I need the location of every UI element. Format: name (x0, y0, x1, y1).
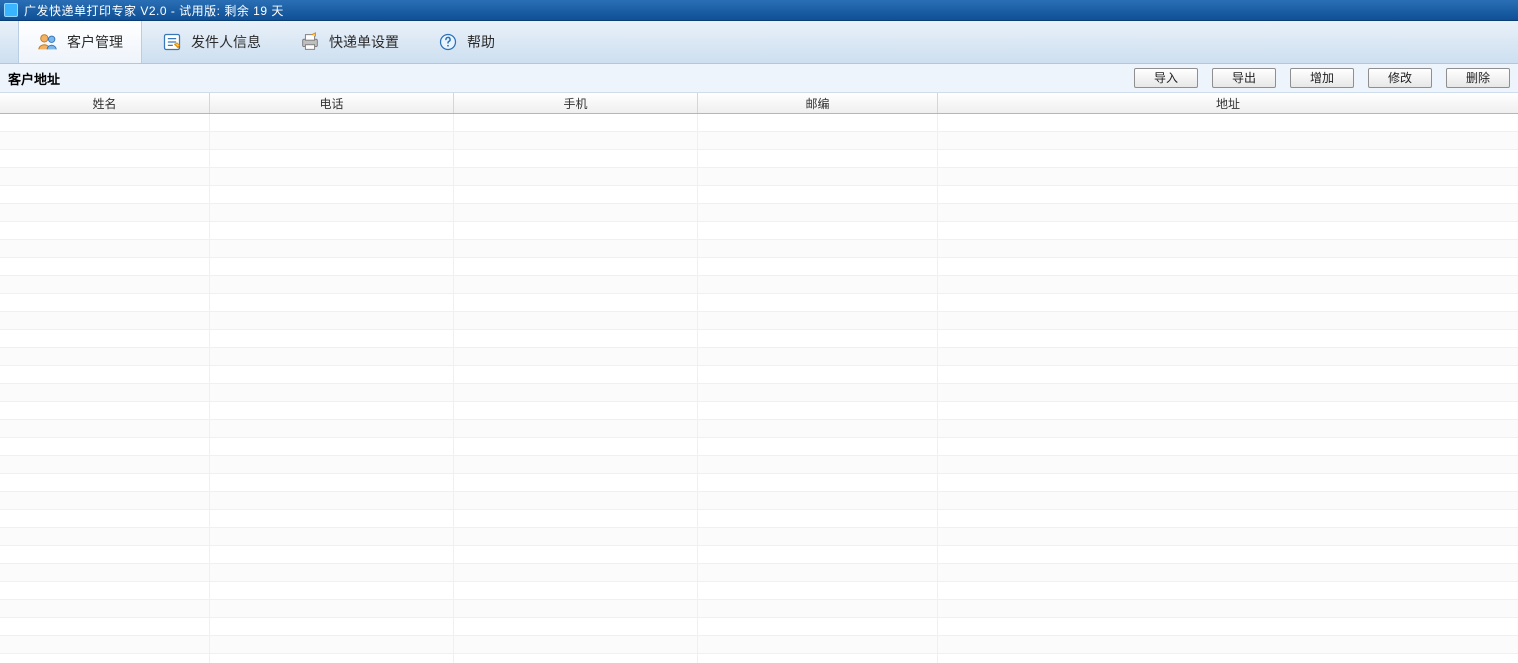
table-row[interactable] (0, 132, 1518, 150)
column-header-name[interactable]: 姓名 (0, 93, 210, 113)
help-icon (437, 31, 459, 53)
table-row[interactable] (0, 150, 1518, 168)
column-header-tel[interactable]: 电话 (210, 93, 454, 113)
table-row[interactable] (0, 330, 1518, 348)
printer-icon (299, 31, 321, 53)
table-row[interactable] (0, 114, 1518, 132)
table-row[interactable] (0, 654, 1518, 663)
table-row[interactable] (0, 636, 1518, 654)
table-row[interactable] (0, 348, 1518, 366)
tab-waybill-settings[interactable]: 快递单设置 (280, 21, 418, 63)
section-toolbar: 客户地址 导入 导出 增加 修改 删除 (0, 64, 1518, 93)
table-row[interactable] (0, 420, 1518, 438)
table-row[interactable] (0, 600, 1518, 618)
add-button[interactable]: 增加 (1290, 68, 1354, 88)
users-icon (37, 31, 59, 53)
tab-label: 客户管理 (67, 32, 123, 52)
column-header-mobile[interactable]: 手机 (454, 93, 698, 113)
table-row[interactable] (0, 546, 1518, 564)
column-header-zip[interactable]: 邮编 (698, 93, 938, 113)
table-row[interactable] (0, 384, 1518, 402)
import-button[interactable]: 导入 (1134, 68, 1198, 88)
section-title: 客户地址 (8, 69, 60, 88)
table-row[interactable] (0, 222, 1518, 240)
column-header-address[interactable]: 地址 (938, 93, 1518, 113)
tab-label: 快递单设置 (329, 32, 399, 52)
table-row[interactable] (0, 240, 1518, 258)
table-row[interactable] (0, 204, 1518, 222)
table-row[interactable] (0, 582, 1518, 600)
table-body[interactable] (0, 114, 1518, 663)
table-row[interactable] (0, 276, 1518, 294)
table-row[interactable] (0, 474, 1518, 492)
delete-button[interactable]: 删除 (1446, 68, 1510, 88)
table-row[interactable] (0, 294, 1518, 312)
table-row[interactable] (0, 510, 1518, 528)
tab-sender-info[interactable]: 发件人信息 (142, 21, 280, 63)
table-row[interactable] (0, 492, 1518, 510)
table-row[interactable] (0, 168, 1518, 186)
tab-customer-management[interactable]: 客户管理 (18, 21, 142, 63)
table-row[interactable] (0, 186, 1518, 204)
form-icon (161, 31, 183, 53)
tab-label: 发件人信息 (191, 32, 261, 52)
window-titlebar: 广发快递单打印专家 V2.0 - 试用版: 剩余 19 天 (0, 0, 1518, 21)
table-row[interactable] (0, 618, 1518, 636)
app-icon (4, 3, 18, 17)
table-row[interactable] (0, 564, 1518, 582)
table-header: 姓名 电话 手机 邮编 地址 (0, 93, 1518, 114)
export-button[interactable]: 导出 (1212, 68, 1276, 88)
tab-help[interactable]: 帮助 (418, 21, 514, 63)
table-row[interactable] (0, 258, 1518, 276)
edit-button[interactable]: 修改 (1368, 68, 1432, 88)
table-row[interactable] (0, 366, 1518, 384)
table-row[interactable] (0, 438, 1518, 456)
table-row[interactable] (0, 402, 1518, 420)
window-title: 广发快递单打印专家 V2.0 - 试用版: 剩余 19 天 (24, 2, 284, 19)
table-row[interactable] (0, 312, 1518, 330)
main-toolbar: 客户管理 发件人信息 快递单设置 (0, 21, 1518, 64)
tab-label: 帮助 (467, 32, 495, 52)
table-row[interactable] (0, 528, 1518, 546)
table-row[interactable] (0, 456, 1518, 474)
